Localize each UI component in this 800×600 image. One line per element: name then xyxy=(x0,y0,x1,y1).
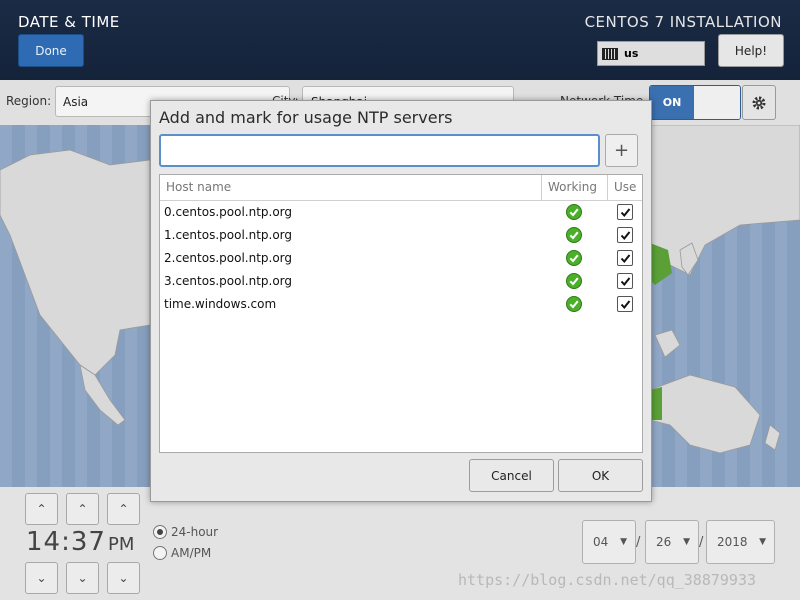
month-value: 04 xyxy=(593,535,609,549)
time-date-controls: ⌃ ⌃ ⌃ 14:37 PM ⌄ ⌄ ⌄ 24-hour AM/PM 04 ▼ … xyxy=(0,487,800,600)
format-ampm-label: AM/PM xyxy=(171,546,212,560)
table-header: Host name Working Use xyxy=(160,175,642,201)
checkmark-icon xyxy=(620,253,630,263)
checkmark-icon xyxy=(620,207,630,217)
table-row[interactable]: 2.centos.pool.ntp.org xyxy=(160,247,642,270)
use-checkbox[interactable] xyxy=(617,296,633,312)
checkmark-icon xyxy=(620,299,630,309)
column-header-host[interactable]: Host name xyxy=(166,175,231,200)
installation-title: CENTOS 7 INSTALLATION xyxy=(584,13,782,31)
format-ampm-radio[interactable] xyxy=(153,546,167,560)
hour-down-button[interactable]: ⌄ xyxy=(25,562,58,594)
ntp-servers-dialog: Add and mark for usage NTP servers + Hos… xyxy=(150,100,652,502)
keyboard-icon xyxy=(602,47,618,60)
chevron-down-icon: ⌄ xyxy=(77,571,88,585)
hour-up-button[interactable]: ⌃ xyxy=(25,493,58,525)
ntp-config-button[interactable] xyxy=(742,85,776,120)
column-header-working[interactable]: Working xyxy=(541,175,607,200)
date-separator: / xyxy=(636,535,641,550)
format-24-label: 24-hour xyxy=(171,525,219,539)
dialog-title: Add and mark for usage NTP servers xyxy=(159,108,453,127)
done-button[interactable]: Done xyxy=(18,34,84,67)
help-button[interactable]: Help! xyxy=(718,34,784,67)
region-label: Region: xyxy=(6,94,52,108)
minute-up-button[interactable]: ⌃ xyxy=(66,493,99,525)
use-checkbox[interactable] xyxy=(617,227,633,243)
server-hostname: 0.centos.pool.ntp.org xyxy=(164,205,293,219)
server-hostname: 1.centos.pool.ntp.org xyxy=(164,228,293,242)
month-dropdown[interactable]: 04 ▼ xyxy=(582,520,636,564)
table-row[interactable]: 3.centos.pool.ntp.org xyxy=(160,270,642,293)
top-header: DATE & TIME Done CENTOS 7 INSTALLATION u… xyxy=(0,0,800,80)
caret-down-icon: ▼ xyxy=(759,537,766,547)
toggle-knob xyxy=(694,86,740,119)
caret-down-icon: ▼ xyxy=(620,537,627,547)
working-check-icon xyxy=(566,250,582,266)
page-title: DATE & TIME xyxy=(18,13,120,31)
column-header-use[interactable]: Use xyxy=(607,175,642,200)
hour-value: 14 xyxy=(26,527,62,557)
checkmark-icon xyxy=(620,230,630,240)
use-checkbox[interactable] xyxy=(617,250,633,266)
year-dropdown[interactable]: 2018 ▼ xyxy=(706,520,775,564)
checkmark-icon xyxy=(620,276,630,286)
chevron-up-icon: ⌃ xyxy=(36,502,47,516)
chevron-up-icon: ⌃ xyxy=(118,502,129,516)
keyboard-layout-label: us xyxy=(624,47,639,60)
year-value: 2018 xyxy=(717,535,748,549)
toggle-on-label: ON xyxy=(650,86,694,119)
time-display: 14:37 xyxy=(26,527,106,557)
table-row[interactable]: 1.centos.pool.ntp.org xyxy=(160,224,642,247)
keyboard-layout-indicator[interactable]: us xyxy=(597,41,705,66)
working-check-icon xyxy=(566,273,582,289)
ampm-up-button[interactable]: ⌃ xyxy=(107,493,140,525)
working-check-icon xyxy=(566,227,582,243)
gear-icon xyxy=(752,96,766,109)
chevron-down-icon: ⌄ xyxy=(36,571,47,585)
working-check-icon xyxy=(566,204,582,220)
network-time-toggle[interactable]: ON xyxy=(649,85,741,120)
time-separator: : xyxy=(61,527,71,557)
server-hostname: 3.centos.pool.ntp.org xyxy=(164,274,293,288)
caret-down-icon: ▼ xyxy=(683,537,690,547)
format-24-radio[interactable] xyxy=(153,525,167,539)
chevron-up-icon: ⌃ xyxy=(77,502,88,516)
day-value: 26 xyxy=(656,535,672,549)
use-checkbox[interactable] xyxy=(617,204,633,220)
ampm-value: PM xyxy=(108,534,135,555)
date-separator: / xyxy=(699,535,704,550)
server-hostname: time.windows.com xyxy=(164,297,277,311)
cancel-button[interactable]: Cancel xyxy=(469,459,554,492)
ntp-server-table: Host name Working Use 0.centos.pool.ntp.… xyxy=(159,174,643,453)
watermark-text: https://blog.csdn.net/qq_38879933 xyxy=(458,571,757,589)
day-dropdown[interactable]: 26 ▼ xyxy=(645,520,699,564)
ok-button[interactable]: OK xyxy=(558,459,643,492)
server-hostname: 2.centos.pool.ntp.org xyxy=(164,251,293,265)
working-check-icon xyxy=(566,296,582,312)
ntp-server-input[interactable] xyxy=(159,134,600,167)
table-row[interactable]: time.windows.com xyxy=(160,293,642,316)
table-row[interactable]: 0.centos.pool.ntp.org xyxy=(160,201,642,224)
minute-down-button[interactable]: ⌄ xyxy=(66,562,99,594)
chevron-down-icon: ⌄ xyxy=(118,571,129,585)
ampm-down-button[interactable]: ⌄ xyxy=(107,562,140,594)
use-checkbox[interactable] xyxy=(617,273,633,289)
add-server-button[interactable]: + xyxy=(605,134,638,167)
minute-value: 37 xyxy=(70,527,106,557)
